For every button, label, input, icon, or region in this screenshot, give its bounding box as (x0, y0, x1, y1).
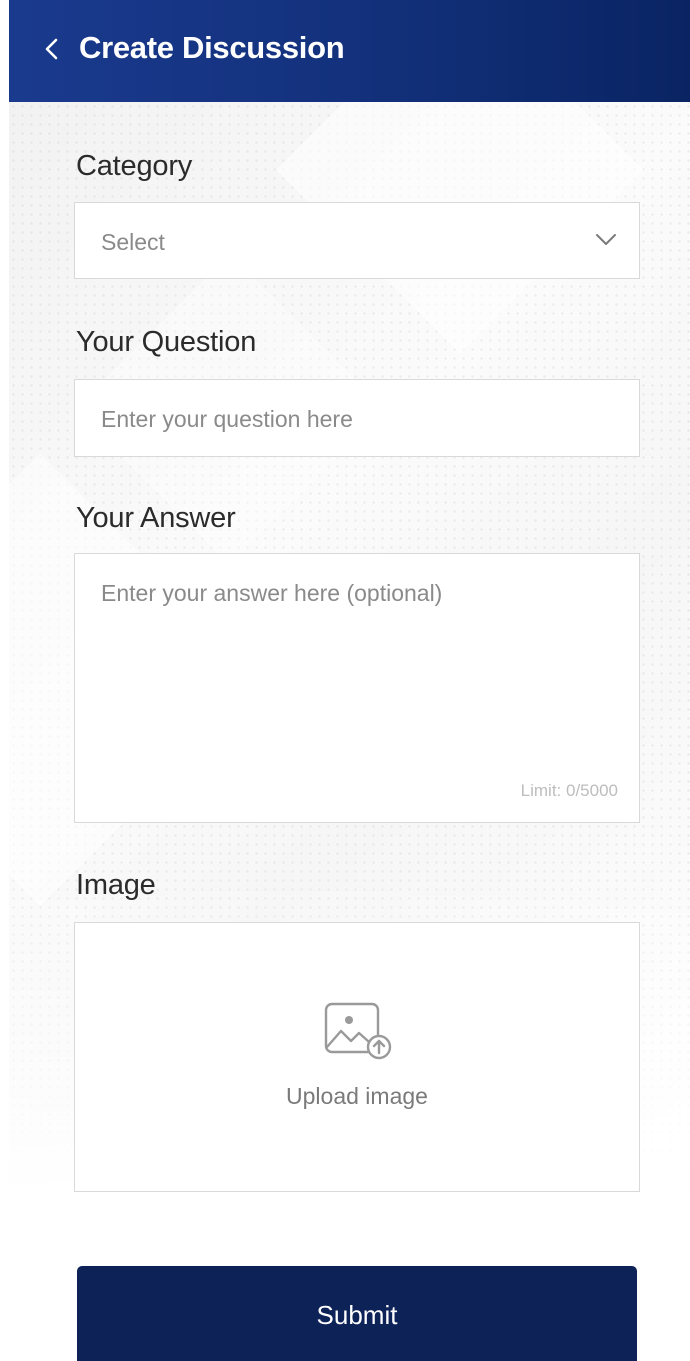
answer-placeholder: Enter your answer here (optional) (101, 580, 443, 606)
image-label: Image (76, 869, 156, 901)
answer-textarea[interactable]: Enter your answer here (optional) Limit:… (74, 553, 640, 823)
image-upload-icon (324, 1002, 392, 1060)
chevron-down-icon (596, 234, 616, 245)
category-label: Category (76, 150, 193, 182)
category-select[interactable]: Select (74, 202, 640, 279)
back-button[interactable] (39, 34, 63, 64)
category-selected-value: Select (101, 229, 165, 255)
question-label: Your Question (76, 326, 257, 358)
upload-image-label: Upload image (286, 1083, 428, 1109)
character-limit: Limit: 0/5000 (520, 781, 618, 800)
question-input[interactable]: Enter your question here (74, 379, 640, 457)
submit-button[interactable]: Submit (77, 1266, 637, 1361)
answer-label: Your Answer (76, 502, 236, 534)
left-edge-strip (0, 0, 9, 1357)
page-title: Create Discussion (79, 30, 345, 65)
chevron-left-icon (45, 38, 58, 60)
image-upload-area[interactable]: Upload image (74, 922, 640, 1192)
app-header: Create Discussion (9, 0, 690, 102)
question-placeholder: Enter your question here (101, 406, 353, 432)
